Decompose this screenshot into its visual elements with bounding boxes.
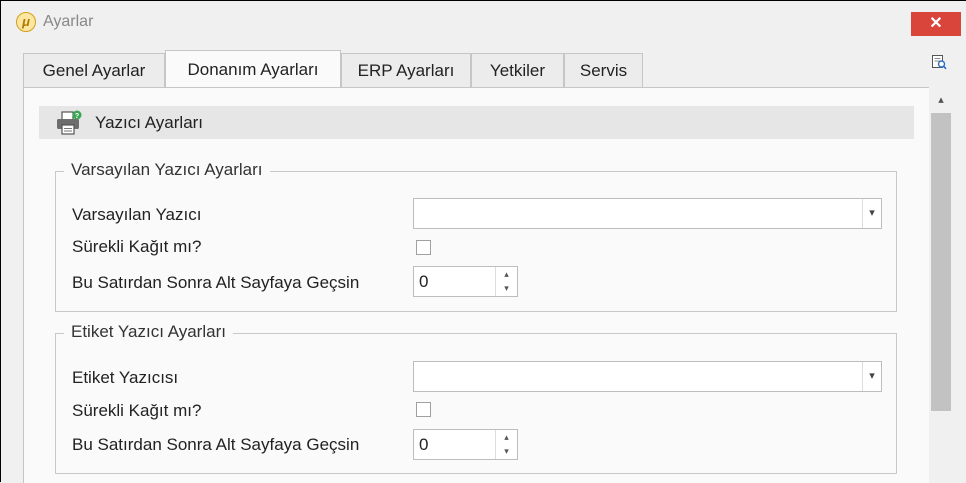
section-header: ? Yazıcı Ayarları — [39, 106, 914, 139]
label-printer-select[interactable]: ▾ — [413, 361, 882, 392]
continuous-paper-label: Sürekli Kağıt mı? — [72, 401, 202, 420]
continuous-paper-checkbox[interactable] — [416, 402, 431, 417]
next-page-row-label: Bu Satırdan Sonra Alt Sayfaya Geçsin — [72, 435, 360, 454]
vertical-scrollbar[interactable]: ▴ — [929, 87, 953, 483]
continuous-paper-label: Sürekli Kağıt mı? — [72, 237, 202, 256]
tab-yetkiler[interactable]: Yetkiler — [471, 53, 564, 87]
next-page-row-label: Bu Satırdan Sonra Alt Sayfaya Geçsin — [72, 273, 360, 292]
close-button[interactable]: ✕ — [911, 12, 961, 36]
stepper-value[interactable]: 0 — [419, 435, 428, 455]
spin-down-icon[interactable]: ▾ — [496, 281, 517, 295]
stepper-value[interactable]: 0 — [419, 272, 428, 292]
spin-up-icon[interactable]: ▴ — [496, 267, 517, 281]
settings-window: μ Ayarlar ✕ Genel Ayarlar Donanım Ayarla… — [0, 0, 966, 483]
tab-servis[interactable]: Servis — [564, 53, 643, 87]
scroll-up-button[interactable]: ▴ — [929, 93, 953, 107]
section-title: Yazıcı Ayarları — [95, 113, 204, 132]
tab-genel-ayarlar[interactable]: Genel Ayarlar — [23, 53, 165, 87]
app-logo-icon: μ — [16, 12, 36, 32]
chevron-down-icon[interactable]: ▾ — [862, 199, 881, 228]
group-legend: Varsayılan Yazıcı Ayarları — [64, 160, 270, 180]
spin-up-icon[interactable]: ▴ — [496, 430, 517, 444]
default-printer-select[interactable]: ▾ — [413, 198, 882, 229]
next-page-row-stepper[interactable]: 0 ▴ ▾ — [413, 266, 518, 297]
tab-erp-ayarlari[interactable]: ERP Ayarları — [341, 53, 471, 87]
spin-down-icon[interactable]: ▾ — [496, 444, 517, 458]
default-printer-label: Varsayılan Yazıcı — [72, 205, 202, 224]
group-legend: Etiket Yazıcı Ayarları — [64, 322, 233, 342]
next-page-row-stepper[interactable]: 0 ▴ ▾ — [413, 429, 518, 460]
printer-icon: ? — [57, 110, 82, 135]
chevron-down-icon[interactable]: ▾ — [862, 362, 881, 391]
scroll-thumb[interactable] — [931, 113, 951, 411]
window-title: Ayarlar — [43, 13, 94, 30]
continuous-paper-checkbox[interactable] — [416, 240, 431, 255]
title-bar: μ Ayarlar ✕ — [1, 1, 966, 45]
stepper-buttons: ▴ ▾ — [495, 267, 517, 296]
default-printer-group: Varsayılan Yazıcı Ayarları Varsayılan Ya… — [55, 160, 897, 312]
tab-donanim-ayarlari[interactable]: Donanım Ayarları — [165, 50, 341, 87]
label-printer-group: Etiket Yazıcı Ayarları Etiket Yazıcısı ▾… — [55, 322, 897, 474]
svg-text:?: ? — [75, 113, 79, 120]
label-printer-label: Etiket Yazıcısı — [72, 368, 179, 387]
help-search-icon[interactable] — [931, 54, 947, 70]
stepper-buttons: ▴ ▾ — [495, 430, 517, 459]
